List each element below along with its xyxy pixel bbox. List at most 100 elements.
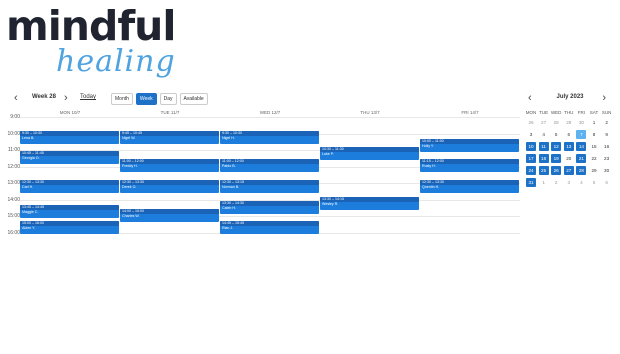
calendar-day[interactable]: 20 bbox=[564, 154, 574, 163]
calendar-day[interactable]: 5 bbox=[589, 178, 599, 187]
appointment-event[interactable]: 9:45 – 10:45 Nigel W. bbox=[120, 130, 219, 144]
appointment-event[interactable]: 10:00 – 11:00 Holly Y. bbox=[420, 138, 519, 152]
calendar-day[interactable]: 12 bbox=[551, 142, 562, 151]
calendar-day[interactable]: 2 bbox=[602, 118, 612, 127]
event-time: 11:00 – 12:00 bbox=[122, 159, 144, 164]
appointment-event[interactable]: 14:00 – 15:00 Charles W. bbox=[120, 208, 219, 222]
calendar-day[interactable]: 16 bbox=[602, 142, 612, 151]
hour-label: 15:00 bbox=[7, 213, 20, 219]
appointment-event[interactable]: 12:30 – 13:30 Quentin H. bbox=[420, 180, 519, 193]
appointment-event[interactable]: 13:45 – 14:45 Maggie C. bbox=[20, 204, 119, 218]
calendar-day[interactable]: 13 bbox=[563, 142, 574, 151]
calendar-day[interactable]: 1 bbox=[589, 118, 599, 127]
appointment-event[interactable]: 11:00 – 12:00 Pablo B. bbox=[220, 159, 319, 173]
calendar-day[interactable]: 30 bbox=[602, 166, 612, 175]
calendar-day[interactable]: 6 bbox=[602, 178, 612, 187]
calendar-day[interactable]: 26 bbox=[551, 166, 562, 175]
day-header: WED 12/7 bbox=[259, 110, 281, 115]
calendar-day[interactable]: 7 bbox=[576, 130, 587, 139]
view-week-button[interactable]: Week bbox=[135, 93, 157, 105]
calendar-day[interactable]: 24 bbox=[526, 166, 536, 175]
calendar-day[interactable]: 29 bbox=[589, 166, 599, 175]
event-client-name: Georgia O. bbox=[22, 156, 40, 161]
appointment-event[interactable]: 12:30 – 13:30 Carl H. bbox=[20, 180, 119, 193]
event-time: 10:30 – 11:30 bbox=[322, 147, 344, 151]
calendar-day[interactable]: 18 bbox=[538, 154, 549, 163]
event-time: 13:45 – 14:45 bbox=[22, 204, 44, 209]
calendar-day[interactable]: 11 bbox=[538, 142, 549, 151]
calendar-day[interactable]: 23 bbox=[602, 154, 612, 163]
calendar-day[interactable]: 14 bbox=[576, 142, 587, 151]
event-client-name: Charles W. bbox=[122, 213, 140, 218]
calendar-day[interactable]: 29 bbox=[564, 118, 574, 127]
event-time: 12:30 – 13:15 bbox=[222, 180, 244, 184]
appointment-event[interactable]: 12:30 – 13:30 Derek O. bbox=[120, 180, 219, 193]
appointment-event[interactable]: 13:30 – 14:15 Wesley R. bbox=[320, 196, 419, 210]
calendar-day[interactable]: 2 bbox=[551, 178, 561, 187]
weekday-header: TUE bbox=[539, 110, 549, 115]
day-header: THU 13/7 bbox=[360, 110, 380, 115]
calendar-day[interactable]: 4 bbox=[576, 178, 586, 187]
calendar-day[interactable]: 28 bbox=[576, 166, 587, 175]
calendar-day[interactable]: 21 bbox=[576, 154, 587, 163]
appointment-event[interactable]: 11:00 – 12:00 Freddy H. bbox=[120, 159, 219, 173]
view-day-button[interactable]: Day bbox=[159, 93, 177, 105]
calendar-day[interactable]: 26 bbox=[526, 118, 536, 127]
calendar-day[interactable]: 4 bbox=[539, 130, 549, 139]
calendar-day[interactable]: 27 bbox=[563, 166, 574, 175]
appointment-event[interactable]: 9:30 – 10:30 Nigel H. bbox=[220, 130, 319, 144]
appointment-event[interactable]: 9:30 – 10:30 Lena B. bbox=[20, 130, 119, 144]
view-available-button[interactable]: Available bbox=[179, 93, 208, 105]
calendar-day[interactable]: 9 bbox=[602, 130, 612, 139]
calendar-day[interactable]: 17 bbox=[526, 154, 536, 163]
calendar-day[interactable]: 3 bbox=[526, 130, 536, 139]
calendar-day[interactable]: 22 bbox=[589, 154, 599, 163]
event-time: 12:30 – 13:30 bbox=[422, 180, 444, 184]
hour-label: 11:00 bbox=[7, 147, 20, 153]
event-time: 10:00 – 11:00 bbox=[422, 138, 444, 143]
week-calendar: MON 10/7 TUE 11/7 WED 12/7 THU 13/7 FRI 14/7… bbox=[7, 108, 520, 244]
calendar-day[interactable]: 8 bbox=[589, 130, 599, 139]
appointment-event[interactable]: 13:30 – 14:30 Caleb H. bbox=[220, 200, 319, 214]
event-client-name: Nigel H. bbox=[222, 135, 235, 140]
appointment-event[interactable]: 11:15 – 12:00 Rusty H. bbox=[420, 159, 519, 173]
appointment-event[interactable]: 15:00 – 16:00 Aiden Y. bbox=[20, 221, 119, 235]
hour-label: 12:00 bbox=[7, 163, 20, 170]
day-header: FRI 14/7 bbox=[461, 110, 479, 115]
weekday-header: SAT bbox=[589, 110, 599, 115]
weekday-header: WED bbox=[550, 110, 562, 115]
calendar-day[interactable]: 15 bbox=[589, 142, 599, 151]
calendar-day[interactable]: 27 bbox=[539, 118, 549, 127]
mini-calendar: ‹ July 2023 › MON TUE WED THU FRI SAT SUN 26 27 2… bbox=[524, 92, 616, 192]
event-time: 14:00 – 15:00 bbox=[122, 208, 144, 213]
day-header: MON 10/7 bbox=[59, 110, 81, 115]
event-client-name: Holly Y. bbox=[422, 143, 434, 148]
calendar-day[interactable]: 3 bbox=[564, 178, 574, 187]
event-time: 13:30 – 14:30 bbox=[222, 200, 244, 205]
calendar-day[interactable]: 31 bbox=[526, 178, 536, 187]
event-time: 14:45 – 15:45 bbox=[222, 221, 244, 226]
calendar-day[interactable]: 19 bbox=[551, 154, 562, 163]
calendar-day[interactable]: 10 bbox=[526, 142, 536, 151]
today-button[interactable]: Today bbox=[80, 94, 96, 100]
calendar-day[interactable]: 30 bbox=[576, 118, 586, 127]
calendar-day[interactable]: 5 bbox=[551, 130, 561, 139]
event-client-name: Rusty H. bbox=[422, 164, 436, 169]
calendar-day[interactable]: 25 bbox=[538, 166, 549, 175]
prev-week-icon[interactable]: ‹ bbox=[14, 92, 18, 104]
calendar-day[interactable]: 6 bbox=[564, 130, 574, 139]
event-client-name: Maggie C. bbox=[22, 209, 39, 214]
view-month-button[interactable]: Month bbox=[111, 93, 133, 105]
event-client-name: Pablo B. bbox=[222, 164, 236, 169]
hour-label: 14:00 bbox=[7, 196, 20, 203]
appointment-event[interactable]: 14:45 – 15:45 Rian J. bbox=[220, 221, 319, 235]
appointment-event[interactable]: 12:30 – 13:15 Norman B. bbox=[220, 180, 319, 193]
next-month-icon[interactable]: › bbox=[602, 92, 606, 104]
calendar-day[interactable]: 28 bbox=[551, 118, 561, 127]
next-week-icon[interactable]: › bbox=[64, 92, 68, 104]
appointment-event[interactable]: 10:30 – 11:30 Luke P. bbox=[320, 147, 419, 160]
event-client-name: Aiden Y. bbox=[22, 226, 36, 231]
calendar-day[interactable]: 1 bbox=[539, 178, 549, 187]
event-time: 12:30 – 13:30 bbox=[122, 180, 144, 184]
appointment-event[interactable]: 10:45 – 11:45 Georgia O. bbox=[20, 151, 119, 165]
